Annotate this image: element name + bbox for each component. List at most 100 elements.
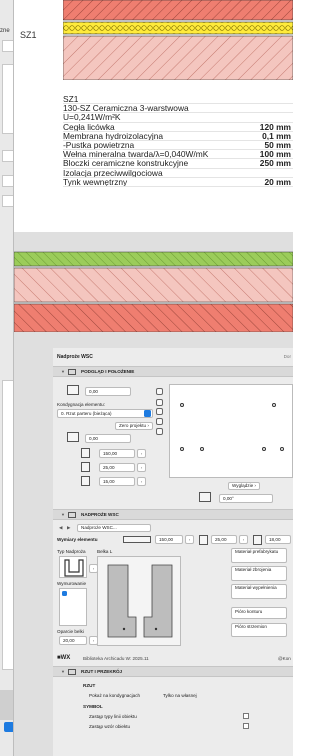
zero-project-label: Zero projektu xyxy=(119,423,147,428)
left-panel-field[interactable] xyxy=(2,150,13,162)
wall-plan-drawing xyxy=(63,0,293,80)
dims-v1-input[interactable]: 150,00 xyxy=(155,535,183,544)
desc-value: 100 mm xyxy=(259,150,291,160)
dim-1-input[interactable]: 150,00 xyxy=(99,449,135,458)
section-plan[interactable]: ▼ RZUT I PRZEKRÓJ xyxy=(53,666,293,677)
height-icon xyxy=(199,535,208,545)
support-input[interactable]: 20,00 xyxy=(59,636,87,645)
desc-line: Cegła licówka 120 mm xyxy=(63,123,293,132)
membrane-layer xyxy=(63,21,293,35)
floor-select-chevron-icon[interactable] xyxy=(144,410,151,417)
thickness-icon xyxy=(81,476,90,486)
floor-select[interactable]: 0. Rzut parteru (bieżąca) xyxy=(57,409,153,418)
anchor-point[interactable] xyxy=(180,403,184,407)
desc-line: -Pustka powietrzna 50 mm xyxy=(63,140,293,151)
left-panel-list[interactable] xyxy=(2,64,13,134)
material-rebar[interactable]: Materiał zbrojenia xyxy=(231,566,287,581)
elevation-input[interactable]: 0,00 xyxy=(85,387,131,396)
section-title: PODGLĄD I POŁOŻENIE xyxy=(81,369,135,374)
desc-value: 250 mm xyxy=(259,159,291,169)
material-label: Materiał zbrojenia xyxy=(235,567,272,572)
beam-section-drawing xyxy=(107,564,173,638)
left-panel-ok-button[interactable] xyxy=(4,722,13,732)
fill-radio[interactable] xyxy=(62,591,67,596)
show-on-floors-value[interactable]: Tylko na własnej xyxy=(163,693,197,698)
section-lintel[interactable]: ▼ NADPROŻE WSC xyxy=(53,509,293,520)
desc-line: Tynk wewnętrzny 20 mm xyxy=(63,178,293,187)
archicad-logo-icon: ■WX xyxy=(57,655,71,661)
nav-forward-icon[interactable]: ▶ xyxy=(67,525,71,531)
library-right: @Kon xyxy=(278,656,291,661)
collapse-triangle-icon: ▼ xyxy=(61,669,65,674)
left-panel-field[interactable] xyxy=(2,195,13,207)
width-icon xyxy=(81,448,90,458)
dim-2-input[interactable]: 25,00 xyxy=(99,463,135,472)
material-prefab[interactable]: Materiał prefabrykatu xyxy=(231,548,287,563)
dims-v3-input[interactable]: 18,00 xyxy=(265,535,291,544)
dims-v2-input[interactable]: 25,00 xyxy=(211,535,237,544)
dims-v2-stepper[interactable]: › xyxy=(239,535,248,544)
desc-text: Wełna mineralna twarda/λ=0,040W/mK xyxy=(63,150,209,159)
dim-3-stepper[interactable]: › xyxy=(137,477,146,486)
line-type-checkbox[interactable] xyxy=(243,713,249,719)
left-panel-title: zne xyxy=(0,28,10,34)
lintel-type-thumbnail[interactable] xyxy=(59,556,87,578)
insulation-layer xyxy=(14,251,293,267)
pen-contour[interactable]: Pióro konturu xyxy=(231,607,287,619)
library-text: Biblioteka Archicadu W: 2025.11 xyxy=(83,656,149,661)
anchor-point[interactable] xyxy=(280,447,284,451)
dim-1-stepper[interactable]: › xyxy=(137,449,146,458)
fill-label: Wymurowanie xyxy=(57,581,87,586)
collapse-triangle-icon: ▼ xyxy=(61,369,65,374)
pen-stirrup[interactable]: Pióro strzemion xyxy=(231,623,287,637)
lintel-name-button[interactable]: Nadproże WSC... xyxy=(77,524,151,532)
view-button[interactable]: Wyglądzie › xyxy=(228,482,260,490)
anchor-point[interactable] xyxy=(272,403,276,407)
section-blank xyxy=(14,232,293,252)
section-title: RZUT I PRZEKRÓJ xyxy=(81,669,123,674)
screen: zne SZ1 SZ1 130-SZ Ceramiczna 3-warstwow… xyxy=(0,0,293,756)
left-panel-list[interactable] xyxy=(2,380,13,670)
anchor-icon[interactable] xyxy=(156,388,163,395)
desc-value: 120 mm xyxy=(259,122,291,132)
anchor-point[interactable] xyxy=(262,447,266,451)
block-layer xyxy=(63,35,293,80)
desc-value: 50 mm xyxy=(264,140,291,150)
fill-thumbnail[interactable] xyxy=(59,588,87,626)
fill-type-checkbox[interactable] xyxy=(243,723,249,729)
left-settings-panel: zne xyxy=(0,0,14,756)
fill-type-label: Zastąp wzór obiektu xyxy=(89,724,131,729)
info-icon[interactable] xyxy=(156,428,163,435)
desc-line: Izolacja przeciwwilgociowa xyxy=(63,169,293,178)
rotate-icon[interactable] xyxy=(156,408,163,415)
anchor-point[interactable] xyxy=(180,447,184,451)
zero-project-button[interactable]: Zero projektu › xyxy=(115,422,153,430)
lintel-settings-dialog: Nadproże WSC Dor ▼ PODGLĄD I POŁOŻENIE 0… xyxy=(53,348,293,756)
lintel-shape xyxy=(64,559,84,577)
brick-layer xyxy=(14,303,293,332)
pen-label: Pióro strzemion xyxy=(235,624,267,629)
dims-v1-stepper[interactable]: › xyxy=(185,535,194,544)
desc-line: SZ1 xyxy=(63,95,293,105)
view-label: Wyglądzie xyxy=(232,483,254,488)
pen-label: Pióro konturu xyxy=(235,609,263,614)
dim-2-stepper[interactable]: › xyxy=(137,463,146,472)
angle-input[interactable]: 0,00° xyxy=(219,494,273,503)
left-panel-field[interactable] xyxy=(2,40,13,52)
mirror-icon[interactable] xyxy=(156,418,163,425)
elevation-icon xyxy=(67,385,79,395)
dims-label: Wymiary elementu xyxy=(57,537,98,542)
section-preview-position[interactable]: ▼ PODGLĄD I POŁOŻENIE xyxy=(53,366,293,377)
nav-back-icon[interactable]: ◀ xyxy=(59,525,63,531)
length-icon xyxy=(123,536,151,543)
grid-icon[interactable] xyxy=(156,399,163,406)
sz1-tab-label[interactable]: SZ1 xyxy=(20,30,37,40)
desc-value: 20 mm xyxy=(264,177,291,187)
symbol-header: SYMBOL xyxy=(83,704,103,709)
desc-text: 130-SZ Ceramiczna 3-warstwowa xyxy=(63,104,189,113)
dim-3-input[interactable]: 15,00 xyxy=(99,477,135,486)
zero-input[interactable]: 0,00 xyxy=(85,434,131,443)
left-panel-field[interactable] xyxy=(2,175,13,187)
anchor-point[interactable] xyxy=(200,447,204,451)
material-fill[interactable]: Materiał wypełnienia xyxy=(231,584,287,599)
